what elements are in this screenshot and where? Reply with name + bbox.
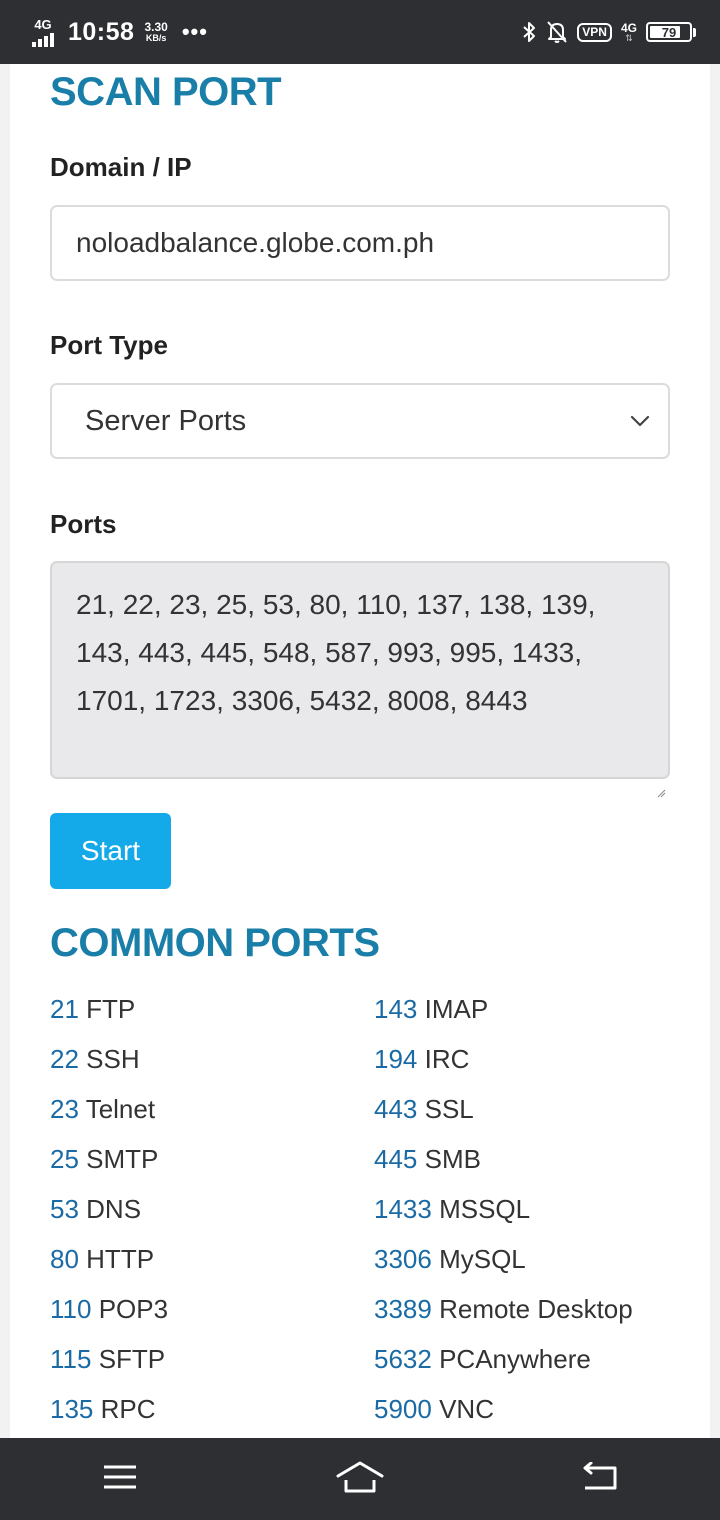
port-service-name: IRC bbox=[424, 1044, 470, 1074]
network-type-label: 4G bbox=[34, 16, 52, 32]
scan-port-title: SCAN PORT bbox=[50, 70, 282, 114]
port-list-item: 3389 Remote Desktop bbox=[374, 1284, 633, 1334]
data-activity-icon: ⇅ bbox=[625, 32, 633, 43]
home-button[interactable] bbox=[320, 1449, 400, 1509]
port-number: 115 bbox=[50, 1344, 92, 1374]
ports-textarea[interactable]: 21, 22, 23, 25, 53, 80, 110, 137, 138, 1… bbox=[50, 561, 670, 798]
port-list-item: 5632 PCAnywhere bbox=[374, 1334, 633, 1384]
more-notifications-icon: ••• bbox=[181, 19, 208, 44]
resize-handle-icon[interactable] bbox=[656, 765, 666, 798]
port-number: 3306 bbox=[374, 1244, 432, 1274]
port-list-item: 1433 MSSQL bbox=[374, 1184, 633, 1234]
port-type-label: Port Type bbox=[50, 330, 168, 360]
status-bar: 4G 10:58 3.30 KB/s ••• VPN 4G ⇅ 79 bbox=[0, 0, 720, 64]
port-list-item: 23 Telnet bbox=[50, 1084, 168, 1134]
chevron-down-icon bbox=[630, 415, 650, 427]
port-service-name: DNS bbox=[86, 1194, 142, 1224]
port-list-item: 80 HTTP bbox=[50, 1234, 168, 1284]
port-number: 53 bbox=[50, 1194, 79, 1224]
port-list-item: 443 SSL bbox=[374, 1084, 633, 1134]
port-number: 22 bbox=[50, 1044, 79, 1074]
port-service-name: Telnet bbox=[85, 1094, 156, 1124]
port-number: 110 bbox=[50, 1294, 92, 1324]
ports-value: 21, 22, 23, 25, 53, 80, 110, 137, 138, 1… bbox=[76, 589, 596, 716]
domain-label: Domain / IP bbox=[50, 152, 192, 182]
port-service-name: Remote Desktop bbox=[439, 1294, 633, 1324]
port-service-name: IMAP bbox=[424, 994, 489, 1024]
port-type-selected-value: Server Ports bbox=[85, 404, 247, 437]
network-speed-unit: KB/s bbox=[145, 32, 167, 43]
port-service-name: SFTP bbox=[98, 1344, 166, 1374]
port-number: 5632 bbox=[374, 1344, 432, 1374]
home-icon bbox=[335, 1460, 385, 1499]
port-service-name: SMTP bbox=[86, 1144, 159, 1174]
port-service-name: SMB bbox=[424, 1144, 481, 1174]
port-list-item: 53 DNS bbox=[50, 1184, 168, 1234]
port-type-select[interactable]: Server Ports bbox=[50, 383, 670, 459]
menu-icon bbox=[102, 1464, 138, 1495]
port-number: 5900 bbox=[374, 1394, 432, 1424]
port-service-name: POP3 bbox=[98, 1294, 169, 1324]
web-page[interactable]: SCAN PORT Domain / IP Port Type Server P… bbox=[0, 64, 720, 1438]
signal-bars-icon bbox=[32, 32, 54, 47]
common-ports-right-column: 143 IMAP 194 IRC 443 SSL 445 SMB 1433 MSSQL 3… bbox=[374, 984, 633, 1434]
port-service-name: RPC bbox=[100, 1394, 156, 1424]
port-number: 25 bbox=[50, 1144, 79, 1174]
port-list-item: 3306 MySQL bbox=[374, 1234, 633, 1284]
port-list-item: 25 SMTP bbox=[50, 1134, 168, 1184]
port-service-name: VNC bbox=[439, 1394, 494, 1424]
port-number: 23 bbox=[50, 1094, 79, 1124]
port-list-item: 22 SSH bbox=[50, 1034, 168, 1084]
network-speed: 3.30 KB/s bbox=[144, 21, 167, 44]
ports-label: Ports bbox=[50, 509, 117, 539]
port-number: 135 bbox=[50, 1394, 94, 1424]
mobile-data-label: 4G bbox=[620, 20, 637, 35]
port-number: 1433 bbox=[374, 1194, 432, 1224]
port-service-name: MySQL bbox=[439, 1244, 526, 1274]
port-list-item: 143 IMAP bbox=[374, 984, 633, 1034]
network-speed-value: 3.30 bbox=[144, 19, 168, 34]
back-icon bbox=[581, 1461, 619, 1497]
back-button[interactable] bbox=[560, 1449, 640, 1509]
port-number: 3389 bbox=[374, 1294, 432, 1324]
menu-button[interactable] bbox=[80, 1449, 160, 1509]
domain-input[interactable] bbox=[50, 205, 670, 281]
port-number: 445 bbox=[374, 1144, 418, 1174]
vpn-badge: VPN bbox=[577, 22, 612, 42]
port-service-name: FTP bbox=[86, 994, 136, 1024]
port-list-item: 110 POP3 bbox=[50, 1284, 168, 1334]
port-service-name: SSL bbox=[424, 1094, 474, 1124]
content-card: SCAN PORT Domain / IP Port Type Server P… bbox=[10, 64, 710, 1438]
mobile-data-indicator: 4G ⇅ bbox=[621, 22, 637, 43]
port-service-name: SSH bbox=[86, 1044, 140, 1074]
port-service-name: HTTP bbox=[86, 1244, 155, 1274]
port-list-item: 135 RPC bbox=[50, 1384, 168, 1434]
port-list-item: 194 IRC bbox=[374, 1034, 633, 1084]
port-service-name: PCAnywhere bbox=[439, 1344, 591, 1374]
port-number: 21 bbox=[50, 994, 79, 1024]
common-ports-title: COMMON PORTS bbox=[50, 921, 380, 965]
port-number: 143 bbox=[374, 994, 418, 1024]
clock: 10:58 bbox=[68, 17, 135, 46]
notifications-off-icon bbox=[546, 20, 568, 44]
common-ports-left-column: 21 FTP 22 SSH 23 Telnet 25 SMTP 53 DNS 80 HTT… bbox=[50, 984, 168, 1434]
port-number: 194 bbox=[374, 1044, 418, 1074]
bluetooth-icon bbox=[521, 20, 537, 44]
port-list-item: 21 FTP bbox=[50, 984, 168, 1034]
navigation-bar bbox=[0, 1438, 720, 1520]
port-list-item: 115 SFTP bbox=[50, 1334, 168, 1384]
start-button[interactable]: Start bbox=[50, 813, 171, 889]
port-number: 80 bbox=[50, 1244, 79, 1274]
port-number: 443 bbox=[374, 1094, 418, 1124]
cellular-signal: 4G bbox=[30, 18, 56, 47]
port-service-name: MSSQL bbox=[439, 1194, 531, 1224]
battery-icon: 79 bbox=[646, 22, 696, 42]
battery-level: 79 bbox=[661, 24, 677, 40]
port-list-item: 445 SMB bbox=[374, 1134, 633, 1184]
port-list-item: 5900 VNC bbox=[374, 1384, 633, 1434]
